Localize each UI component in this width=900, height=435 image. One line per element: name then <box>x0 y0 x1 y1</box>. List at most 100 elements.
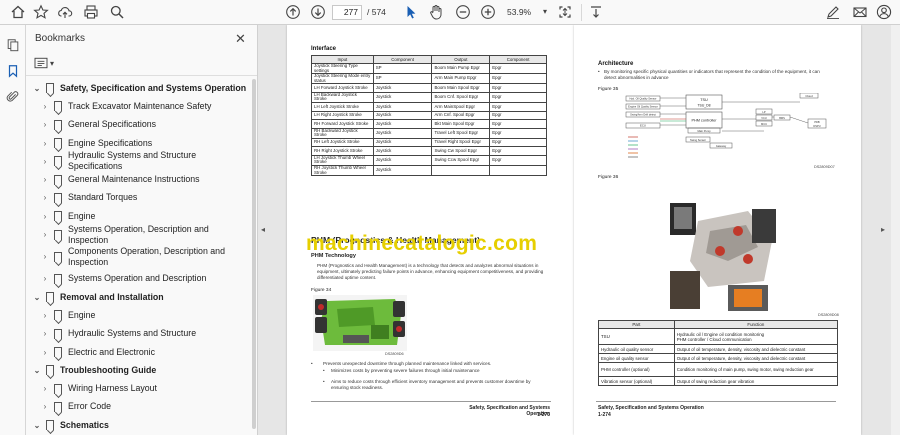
home-icon[interactable] <box>8 2 28 22</box>
bookmark-icon <box>46 420 54 431</box>
bookmark-icon <box>54 347 62 357</box>
footer-title: Safety, Specification and Systems Operat… <box>598 405 704 411</box>
bookmark-item[interactable]: › Standard Torques <box>26 189 251 207</box>
table-cell: Arm Cnf. Spool Epgr <box>431 110 491 121</box>
zoom-out-icon[interactable] <box>453 2 473 22</box>
figure-label: Figure 34 <box>311 288 332 293</box>
select-cursor-icon[interactable] <box>401 2 421 22</box>
page-left: Interface Input Component Output Compone… <box>287 25 574 435</box>
bookmark-item[interactable]: › Systems Operation, Description and Insp… <box>26 224 251 245</box>
table-cell: Joystick <box>372 127 433 139</box>
chevron-right-icon[interactable]: › <box>40 157 50 166</box>
table-cell: Swing Cw Spool Epgr <box>431 146 491 156</box>
bookmark-item[interactable]: ⌄ Removal and Installation <box>26 288 251 306</box>
table-cell: Engine oil quality sensor <box>598 353 675 363</box>
table-cell: Arm Main Pump Epgr <box>431 73 491 85</box>
list-options-icon <box>34 57 48 69</box>
diagram-label: PHM controller <box>691 119 717 123</box>
bookmark-item[interactable]: › Hydraulic Systems and Structure Specifi… <box>26 150 251 171</box>
bookmark-icon <box>54 401 62 412</box>
bookmark-icon <box>54 328 62 339</box>
chevron-right-icon[interactable]: › <box>40 230 50 239</box>
bookmark-icon <box>54 156 62 167</box>
parts-table: Part Function TSU Hydraulic oil / Engine… <box>598 320 839 386</box>
bookmark-item[interactable]: › Systems Operation and Description <box>26 270 251 288</box>
bookmark-item[interactable]: › General Maintenance Instructions <box>26 170 251 188</box>
document-viewer[interactable]: ◂ Interface Input Component Output Compo… <box>259 25 900 435</box>
bookmark-item[interactable]: › Wiring Harness Layout <box>26 379 251 397</box>
footer-rule <box>596 401 836 402</box>
chevron-right-icon[interactable]: › <box>40 102 50 111</box>
chevron-right-icon[interactable]: › <box>40 274 50 283</box>
panel-scrollbar[interactable] <box>252 79 256 429</box>
table-cell: Epgr <box>489 91 547 104</box>
next-page-icon[interactable] <box>308 2 328 22</box>
chevron-right-icon[interactable]: › <box>40 384 50 393</box>
chevron-right-icon[interactable]: › <box>40 175 50 184</box>
upload-cloud-icon[interactable] <box>55 2 75 22</box>
chevron-right-icon[interactable]: › <box>40 311 50 320</box>
hand-pan-icon[interactable] <box>426 2 446 22</box>
chevron-right-icon[interactable]: › <box>40 348 50 357</box>
page-number-input[interactable]: 277 <box>332 5 362 20</box>
bookmark-icon <box>54 101 62 112</box>
bookmark-icon <box>54 192 62 203</box>
figure-id: DS2809D6 <box>385 352 404 356</box>
chevron-right-icon[interactable]: › <box>40 402 50 411</box>
bookmark-item[interactable]: ⌄ Troubleshooting Guide <box>26 361 251 379</box>
table-cell: SP <box>372 62 433 75</box>
mail-icon[interactable] <box>850 2 870 22</box>
bookmark-item[interactable]: ⌄ Schematics <box>26 416 251 434</box>
table-row: Vibration sensor (optional) Output of sw… <box>598 376 839 386</box>
table-cell: Travel Left Spool Epgr <box>431 127 491 139</box>
bookmark-item[interactable]: › Engine <box>26 306 251 324</box>
zoom-level[interactable]: 53.9% <box>507 7 531 17</box>
table-cell: Joystick <box>372 146 433 156</box>
bookmark-item[interactable]: ⌄ Safety, Specification and Systems Opera… <box>26 79 251 97</box>
zoom-in-icon[interactable] <box>478 2 498 22</box>
chevron-down-icon[interactable]: ⌄ <box>32 293 42 302</box>
bookmark-item[interactable]: › Electric and Electronic <box>26 343 251 361</box>
star-icon[interactable] <box>31 2 51 22</box>
bookmark-item[interactable]: › Error Code <box>26 398 251 416</box>
attachments-icon[interactable] <box>4 88 22 106</box>
table-cell: LH Left Joystick Stroke <box>311 102 374 112</box>
bullet-marker: • <box>311 361 313 366</box>
print-icon[interactable] <box>81 2 101 22</box>
zoom-search-icon[interactable] <box>107 2 127 22</box>
bookmark-item[interactable]: › General Specifications <box>26 116 251 134</box>
chevron-down-icon[interactable]: ⌄ <box>32 366 42 375</box>
table-row: LH Backward Joystick Stroke Joystick Boom … <box>311 91 547 104</box>
chevron-down-icon[interactable]: ⌄ <box>32 84 42 93</box>
chevron-right-icon[interactable]: › <box>40 139 50 148</box>
table-cell: Joystick <box>372 102 433 112</box>
chevron-right-icon[interactable]: › <box>40 120 50 129</box>
chevron-down-icon[interactable]: ⌄ <box>32 421 42 430</box>
phm-paragraph: PHM (Prognostics and Health Management) … <box>317 263 544 280</box>
bookmark-item[interactable]: › Components Operation, Description and I… <box>26 244 251 270</box>
scroll-mode-icon[interactable] <box>586 2 606 22</box>
bookmarks-icon[interactable] <box>4 62 22 80</box>
previous-page-icon[interactable] <box>283 2 303 22</box>
expand-right-arrow-icon[interactable]: ▸ <box>881 225 885 234</box>
fit-page-icon[interactable] <box>555 2 575 22</box>
page-total: / 574 <box>367 7 386 17</box>
close-icon[interactable]: ✕ <box>235 31 246 47</box>
sign-pen-icon[interactable] <box>823 2 843 22</box>
chevron-right-icon[interactable]: › <box>40 212 50 221</box>
bookmark-item[interactable]: › Hydraulic Systems and Structure <box>26 325 251 343</box>
chevron-down-icon[interactable]: ▾ <box>535 2 555 22</box>
chevron-right-icon[interactable]: › <box>40 252 50 261</box>
page-thumbnails-icon[interactable] <box>4 36 22 54</box>
chevron-right-icon[interactable]: › <box>40 193 50 202</box>
bullet-marker: • <box>598 69 600 74</box>
viewer-scrollbar[interactable] <box>891 25 900 435</box>
chevron-right-icon[interactable]: › <box>40 329 50 338</box>
bookmark-options-button[interactable]: ▾ <box>34 56 60 70</box>
table-cell <box>489 164 547 177</box>
bookmark-icon <box>54 310 62 321</box>
interface-table: Input Component Output Component Joystic… <box>311 55 547 177</box>
collapse-panel-arrow-icon[interactable]: ◂ <box>261 225 265 234</box>
bookmark-item[interactable]: › Track Excavator Maintenance Safety <box>26 97 251 115</box>
account-icon[interactable] <box>874 2 894 22</box>
